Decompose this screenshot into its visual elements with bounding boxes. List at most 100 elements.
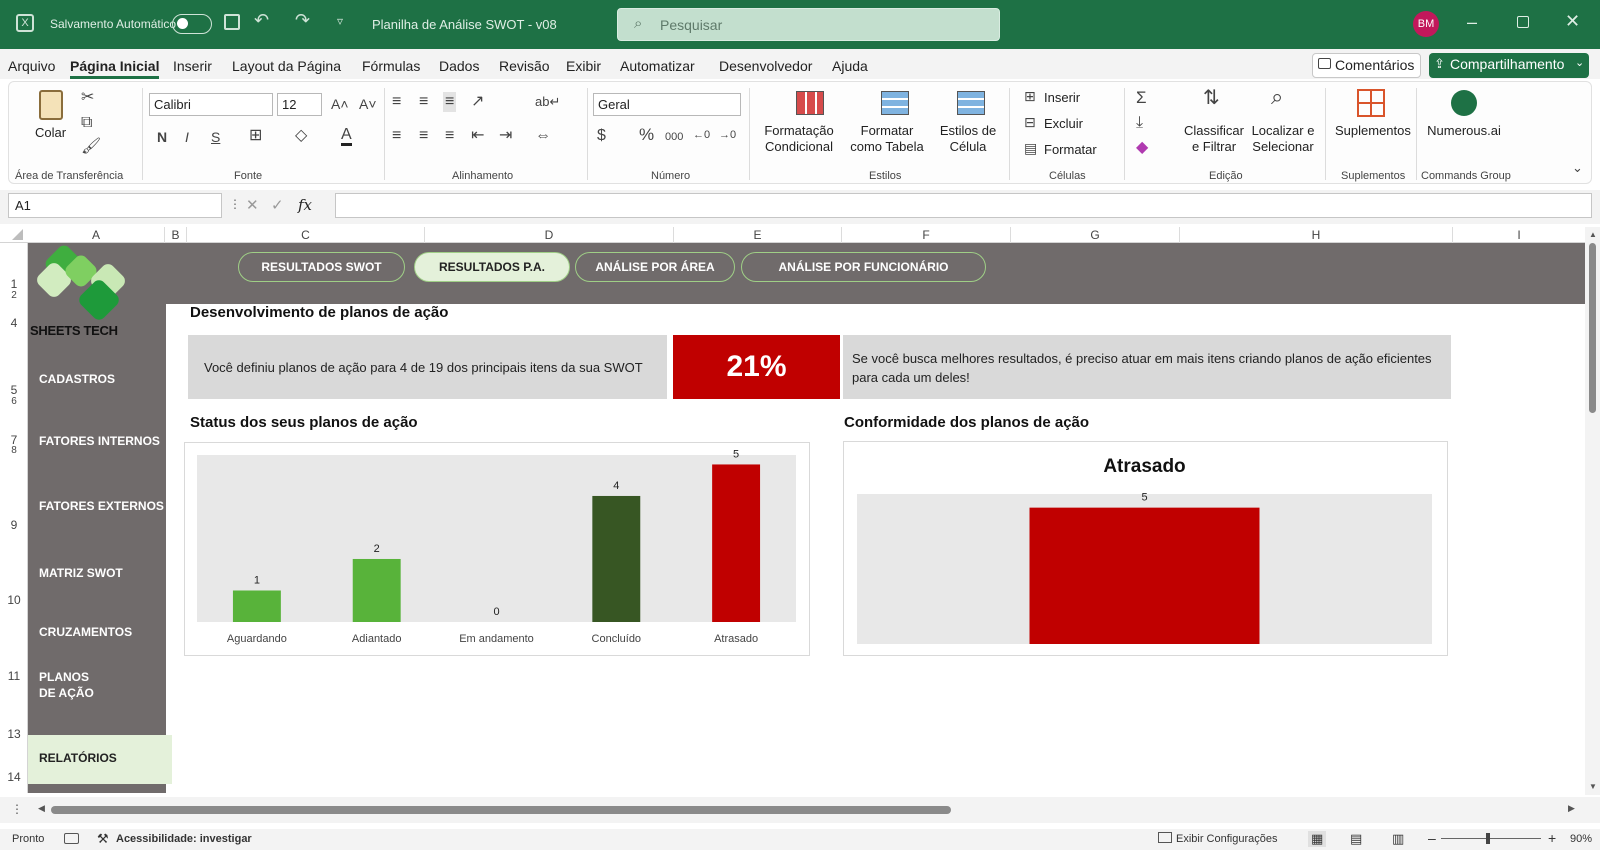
bold-icon[interactable]: N	[157, 129, 167, 145]
paste-label[interactable]: Colar	[35, 125, 66, 141]
select-all-icon[interactable]	[12, 229, 23, 240]
menu-dados[interactable]: Dados	[439, 58, 479, 74]
align-bottom-icon[interactable]: ≡	[443, 92, 457, 112]
fill-color-icon[interactable]: ◇	[295, 128, 307, 144]
conditional-formatting-label[interactable]: Formatação Condicional	[759, 123, 839, 155]
row-header[interactable]: 11	[0, 669, 28, 683]
borders-icon[interactable]: ⊞	[249, 128, 262, 144]
zoom-out-icon[interactable]: –	[1428, 830, 1436, 846]
format-cells-icon[interactable]: ▤	[1024, 140, 1037, 156]
row-header[interactable]: 14	[0, 770, 28, 784]
menu-arquivo[interactable]: Arquivo	[8, 58, 55, 74]
column-header[interactable]: E	[674, 227, 842, 243]
italic-icon[interactable]: I	[185, 129, 189, 145]
percent-icon[interactable]: %	[639, 126, 654, 143]
display-settings-icon[interactable]	[1158, 832, 1172, 843]
column-header[interactable]: H	[1180, 227, 1453, 243]
row-header[interactable]: 1	[0, 277, 28, 291]
decrease-indent-icon[interactable]: ⇤	[471, 128, 484, 144]
tab-resultados-pa[interactable]: RESULTADOS P.A.	[414, 252, 570, 282]
insert-cells-label[interactable]: Inserir	[1044, 90, 1080, 106]
sidebar-item-cruzamentos[interactable]: CRUZAMENTOS	[39, 624, 132, 640]
row-header[interactable]: 2	[0, 290, 28, 301]
align-middle-icon[interactable]: ≡	[419, 94, 428, 110]
comments-button[interactable]: Comentários	[1312, 53, 1421, 78]
redo-icon[interactable]: ↷	[295, 10, 310, 31]
horizontal-scroll-thumb[interactable]	[51, 806, 951, 814]
sidebar-item-fatores-externos[interactable]: FATORES EXTERNOS	[39, 498, 164, 514]
numerous-ai-icon[interactable]	[1451, 90, 1477, 116]
zoom-slider-thumb[interactable]	[1486, 833, 1490, 844]
formula-input[interactable]	[335, 193, 1592, 218]
scroll-up-icon[interactable]: ▲	[1589, 230, 1597, 239]
delete-cells-label[interactable]: Excluir	[1044, 116, 1083, 132]
decrease-decimal-icon[interactable]: →0	[719, 127, 736, 143]
align-left-icon[interactable]: ≡	[392, 128, 401, 144]
paste-icon[interactable]	[39, 90, 63, 120]
increase-indent-icon[interactable]: ⇥	[499, 128, 512, 144]
merge-center-icon[interactable]: ⇔	[535, 128, 551, 144]
close-icon[interactable]: ✕	[1565, 11, 1580, 32]
copy-icon[interactable]: ⧉	[81, 115, 92, 131]
addins-icon[interactable]	[1357, 89, 1385, 117]
format-cells-label[interactable]: Formatar	[1044, 142, 1097, 158]
sort-filter-label[interactable]: Classificar e Filtrar	[1183, 123, 1245, 155]
avatar[interactable]: BM	[1413, 11, 1439, 37]
macro-record-icon[interactable]	[64, 833, 79, 844]
font-size-select[interactable]: 12	[277, 93, 322, 116]
row-header[interactable]: 9	[0, 518, 28, 532]
autosum-icon[interactable]: Σ	[1136, 89, 1147, 106]
column-header[interactable]: D	[425, 227, 674, 243]
cell-styles-icon[interactable]	[957, 91, 985, 115]
conditional-formatting-icon[interactable]	[796, 91, 824, 115]
menu-formulas[interactable]: Fórmulas	[362, 58, 420, 74]
column-header[interactable]: C	[187, 227, 425, 243]
cut-icon[interactable]: ✂	[81, 90, 94, 106]
confirm-entry-icon[interactable]: ✓	[271, 196, 284, 214]
currency-icon[interactable]: $	[597, 128, 606, 144]
menu-ajuda[interactable]: Ajuda	[832, 58, 868, 74]
row-header[interactable]: 10	[0, 593, 28, 607]
autosave-toggle[interactable]	[172, 14, 212, 34]
tab-analise-area[interactable]: ANÁLISE POR ÁREA	[575, 252, 735, 282]
format-painter-icon[interactable]: 🖌	[81, 139, 101, 155]
cancel-entry-icon[interactable]: ✕	[246, 196, 259, 214]
delete-cells-icon[interactable]: ⊟	[1024, 114, 1036, 130]
increase-decimal-icon[interactable]: ←0	[693, 127, 710, 143]
more-sheets-icon[interactable]: ⋮	[11, 802, 23, 816]
vertical-scroll-thumb[interactable]	[1589, 243, 1596, 413]
grow-font-icon[interactable]: A˄	[331, 96, 349, 112]
format-table-icon[interactable]	[881, 91, 909, 115]
row-header[interactable]: 8	[0, 445, 28, 456]
menu-revisao[interactable]: Revisão	[499, 58, 550, 74]
more-icon[interactable]: ⋮	[229, 197, 241, 211]
vertical-scrollbar[interactable]: ▲ ▼	[1585, 227, 1600, 795]
row-header[interactable]: 6	[0, 396, 28, 407]
find-select-label[interactable]: Localizar e Selecionar	[1247, 123, 1319, 155]
search-input[interactable]: ⌕ Pesquisar	[617, 8, 1000, 41]
fill-icon[interactable]: ⤓	[1136, 115, 1143, 131]
align-top-icon[interactable]: ≡	[392, 94, 401, 110]
row-header[interactable]: 4	[0, 316, 28, 330]
column-header[interactable]: A	[28, 227, 165, 243]
tab-analise-funcionario[interactable]: ANÁLISE POR FUNCIONÁRIO	[741, 252, 986, 282]
sort-filter-icon[interactable]: ⇅	[1203, 88, 1220, 108]
find-icon[interactable]: ⌕	[1271, 86, 1283, 108]
page-layout-view-icon[interactable]: ▤	[1350, 831, 1362, 847]
cell-styles-label[interactable]: Estilos de Célula	[933, 123, 1003, 155]
addins-label[interactable]: Suplementos	[1335, 123, 1411, 139]
collapse-ribbon-icon[interactable]: ⌄	[1572, 160, 1583, 176]
undo-icon[interactable]: ↶	[254, 10, 269, 31]
menu-exibir[interactable]: Exibir	[566, 58, 601, 74]
tab-resultados-swot[interactable]: RESULTADOS SWOT	[238, 252, 405, 282]
scroll-right-icon[interactable]: ▶	[1568, 803, 1575, 814]
display-settings-label[interactable]: Exibir Configurações	[1176, 833, 1278, 845]
menu-automatizar[interactable]: Automatizar	[620, 58, 695, 74]
sidebar-item-fatores-internos[interactable]: FATORES INTERNOS	[39, 433, 160, 449]
zoom-level[interactable]: 90%	[1570, 833, 1592, 845]
accessibility-icon[interactable]: ⚒	[97, 831, 109, 847]
format-table-label[interactable]: Formatar como Tabela	[845, 123, 929, 155]
font-name-select[interactable]: Calibri	[149, 93, 273, 116]
insert-cells-icon[interactable]: ⊞	[1024, 88, 1036, 104]
customize-qat-icon[interactable]: ▿	[337, 14, 343, 28]
